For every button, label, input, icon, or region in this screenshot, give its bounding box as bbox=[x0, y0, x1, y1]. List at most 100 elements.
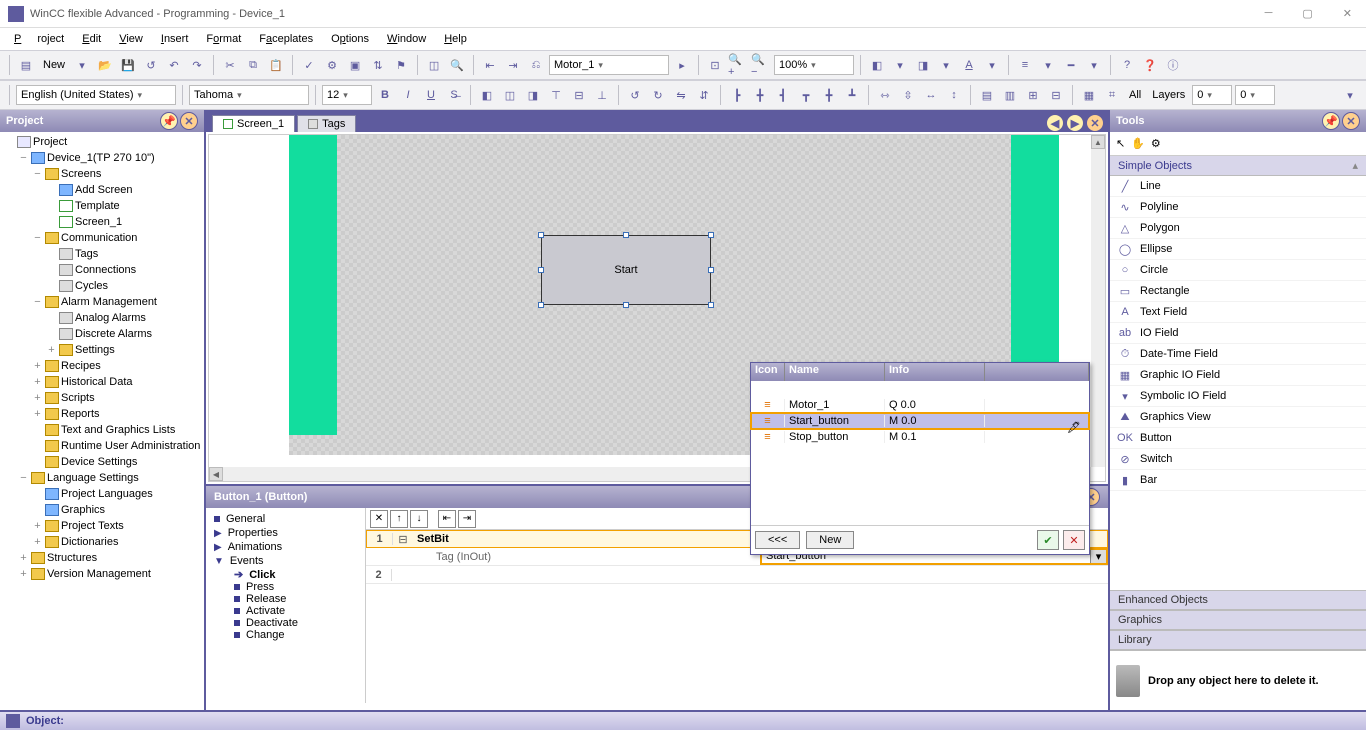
ungroup-icon[interactable]: ⊟ bbox=[1046, 85, 1066, 105]
prop-move-down-button[interactable]: ↓ bbox=[410, 510, 428, 528]
menu-format[interactable]: Format bbox=[198, 31, 249, 47]
prop-event-change[interactable]: Change bbox=[210, 629, 361, 641]
layer-b-combo[interactable]: 0▾ bbox=[1235, 85, 1275, 105]
toolbar-overflow-icon[interactable]: ▾ bbox=[1340, 85, 1360, 105]
tree-node[interactable]: −Communication bbox=[0, 230, 204, 246]
dd5[interactable]: ▾ bbox=[1084, 55, 1104, 75]
obj-align-bot-icon[interactable]: ┻ bbox=[842, 85, 862, 105]
prop-event-click[interactable]: ➔Click bbox=[210, 568, 361, 581]
tree-node[interactable]: +Version Management bbox=[0, 566, 204, 582]
resize-handle-nw[interactable] bbox=[538, 232, 544, 238]
copy-icon[interactable]: ⧉ bbox=[243, 55, 263, 75]
tool-item[interactable]: ○Circle bbox=[1110, 260, 1366, 281]
menu-insert[interactable]: Insert bbox=[153, 31, 197, 47]
align-center-h-icon[interactable]: ◫ bbox=[500, 85, 520, 105]
menu-view[interactable]: View bbox=[111, 31, 151, 47]
layer-a-combo[interactable]: 0▾ bbox=[1192, 85, 1232, 105]
prop-cat-general[interactable]: General bbox=[210, 512, 361, 526]
tools-section-library[interactable]: Library bbox=[1110, 630, 1366, 650]
prop-event-activate[interactable]: Activate bbox=[210, 605, 361, 617]
tree-node[interactable]: −Alarm Management bbox=[0, 294, 204, 310]
tree-node[interactable]: Connections bbox=[0, 262, 204, 278]
menu-options[interactable]: Options bbox=[323, 31, 377, 47]
tools-section-enhanced[interactable]: Enhanced Objects bbox=[1110, 590, 1366, 610]
new-button-label[interactable]: New bbox=[39, 57, 69, 73]
project-pin-button[interactable]: 📌 bbox=[160, 112, 178, 130]
tool-item[interactable]: ▾Symbolic IO Field bbox=[1110, 386, 1366, 407]
download-icon[interactable]: ▣ bbox=[345, 55, 365, 75]
obj-align-right-icon[interactable]: ┫ bbox=[773, 85, 793, 105]
project-close-button[interactable]: ✕ bbox=[180, 112, 198, 130]
obj-align-mid-icon[interactable]: ╋ bbox=[819, 85, 839, 105]
bold-icon[interactable]: B bbox=[375, 85, 395, 105]
flip-v-icon[interactable]: ⇵ bbox=[694, 85, 714, 105]
menu-faceplates[interactable]: Faceplates bbox=[251, 31, 321, 47]
tool-item[interactable]: ▭Rectangle bbox=[1110, 281, 1366, 302]
tree-node[interactable]: −Language Settings bbox=[0, 470, 204, 486]
tool-item[interactable]: ◯Ellipse bbox=[1110, 239, 1366, 260]
tree-node[interactable]: +Project Texts bbox=[0, 518, 204, 534]
tree-node[interactable]: +Reports bbox=[0, 406, 204, 422]
group-icon[interactable]: ⊞ bbox=[1023, 85, 1043, 105]
tab-tags[interactable]: Tags bbox=[297, 115, 356, 132]
obj-align-left-icon[interactable]: ┣ bbox=[727, 85, 747, 105]
tag-row[interactable]: ≡Stop_buttonM 0.1 bbox=[751, 429, 1089, 445]
prop-event-deactivate[interactable]: Deactivate bbox=[210, 617, 361, 629]
compile-icon[interactable]: ⚙ bbox=[322, 55, 342, 75]
language-combo[interactable]: English (United States)▾ bbox=[16, 85, 176, 105]
rotate-right-icon[interactable]: ↻ bbox=[648, 85, 668, 105]
tree-node[interactable]: +Scripts bbox=[0, 390, 204, 406]
bring-front-icon[interactable]: ▤ bbox=[977, 85, 997, 105]
tree-node[interactable]: Project bbox=[0, 134, 204, 150]
dd1[interactable]: ▾ bbox=[890, 55, 910, 75]
tab-close-button[interactable]: ✕ bbox=[1086, 114, 1104, 132]
tree-node[interactable]: Analog Alarms bbox=[0, 310, 204, 326]
resize-handle-n[interactable] bbox=[623, 232, 629, 238]
whats-this-icon[interactable]: ❓ bbox=[1140, 55, 1160, 75]
tree-node[interactable]: Project Languages bbox=[0, 486, 204, 502]
line-style-icon[interactable]: ≡ bbox=[1015, 55, 1035, 75]
new-icon[interactable]: ▤ bbox=[16, 55, 36, 75]
tag-next-icon[interactable]: ⇥ bbox=[503, 55, 523, 75]
tag-popup-ok-button[interactable]: ✔ bbox=[1037, 530, 1059, 550]
new-dropdown[interactable]: ▾ bbox=[72, 55, 92, 75]
font-size-combo[interactable]: 12▾ bbox=[322, 85, 372, 105]
dd3[interactable]: ▾ bbox=[982, 55, 1002, 75]
prop-delete-button[interactable]: ✕ bbox=[370, 510, 388, 528]
redo-icon[interactable]: ↷ bbox=[187, 55, 207, 75]
project-tree[interactable]: Project−Device_1(TP 270 10")−ScreensAdd … bbox=[0, 132, 204, 710]
rotate-tool-icon[interactable]: ⚙ bbox=[1151, 137, 1161, 150]
dd4[interactable]: ▾ bbox=[1038, 55, 1058, 75]
help-icon[interactable]: ? bbox=[1117, 55, 1137, 75]
pointer-tool-icon[interactable]: ↖ bbox=[1116, 137, 1125, 150]
tree-node[interactable]: Template bbox=[0, 198, 204, 214]
prop-outdent-button[interactable]: ⇤ bbox=[438, 510, 456, 528]
dd2[interactable]: ▾ bbox=[936, 55, 956, 75]
open-icon[interactable]: 📂 bbox=[95, 55, 115, 75]
tree-node[interactable]: +Recipes bbox=[0, 358, 204, 374]
tool-item[interactable]: AText Field bbox=[1110, 302, 1366, 323]
align-top-icon[interactable]: ⊤ bbox=[546, 85, 566, 105]
tools-section-graphics[interactable]: Graphics bbox=[1110, 610, 1366, 630]
tab-screen-1[interactable]: Screen_1 bbox=[212, 115, 295, 132]
tag-popup-cancel-button[interactable]: ✕ bbox=[1063, 530, 1085, 550]
tree-node[interactable]: +Historical Data bbox=[0, 374, 204, 390]
close-window-button[interactable]: ✕ bbox=[1337, 5, 1358, 22]
same-height-icon[interactable]: ↕ bbox=[944, 85, 964, 105]
flag-icon[interactable]: ⚑ bbox=[391, 55, 411, 75]
undo-icon[interactable]: ↶ bbox=[164, 55, 184, 75]
fill-color-icon[interactable]: ◧ bbox=[867, 55, 887, 75]
transfer-icon[interactable]: ⇅ bbox=[368, 55, 388, 75]
resize-handle-s[interactable] bbox=[623, 302, 629, 308]
underline-icon[interactable]: U bbox=[421, 85, 441, 105]
tree-node[interactable]: Screen_1 bbox=[0, 214, 204, 230]
send-back-icon[interactable]: ▥ bbox=[1000, 85, 1020, 105]
tree-node[interactable]: −Screens bbox=[0, 166, 204, 182]
start-button-object[interactable]: Start bbox=[541, 235, 711, 305]
tree-node[interactable]: Device Settings bbox=[0, 454, 204, 470]
prop-indent-button[interactable]: ⇥ bbox=[458, 510, 476, 528]
prop-event-press[interactable]: Press bbox=[210, 581, 361, 593]
obj-align-center-icon[interactable]: ╋ bbox=[750, 85, 770, 105]
prop-row[interactable]: 2 bbox=[366, 566, 1108, 584]
grid-icon[interactable]: ▦ bbox=[1079, 85, 1099, 105]
